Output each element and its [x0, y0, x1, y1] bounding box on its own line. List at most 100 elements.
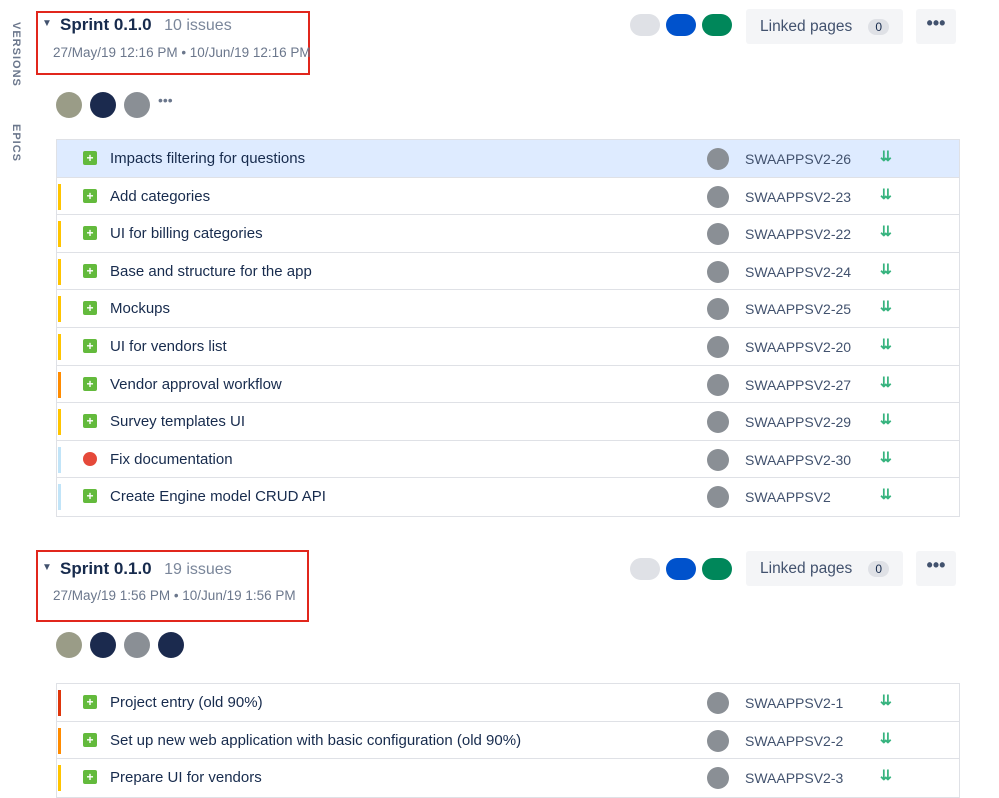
- lowest-icon: ⇊: [880, 260, 892, 277]
- issue-row[interactable]: + UI for vendors list SWAAPPSV2-20 ⇊: [57, 327, 959, 366]
- issue-summary[interactable]: Base and structure for the app: [110, 263, 312, 280]
- avatar[interactable]: [56, 92, 82, 118]
- sprint-header: ▼ Sprint 0.1.0 10 issues 27/May/19 12:16…: [36, 0, 960, 80]
- avatar[interactable]: [707, 692, 729, 714]
- avatar[interactable]: [707, 185, 729, 208]
- linked-pages-count: 0: [868, 18, 889, 35]
- avatar[interactable]: [707, 767, 729, 790]
- avatar[interactable]: [158, 632, 184, 658]
- issue-summary[interactable]: Fix documentation: [110, 451, 233, 468]
- issue-key[interactable]: SWAAPPSV2-22: [745, 226, 851, 242]
- issue-summary[interactable]: Add categories: [110, 188, 210, 205]
- lowest-icon: ⇊: [880, 729, 892, 746]
- issue-row[interactable]: + Mockups SWAAPPSV2-25 ⇊: [57, 290, 959, 328]
- linked-pages-label: Linked pages: [760, 17, 853, 35]
- avatar[interactable]: [124, 92, 150, 118]
- lowest-icon: ⇊: [880, 692, 892, 708]
- epic-color-bar: [58, 409, 61, 436]
- issue-key[interactable]: SWAAPPSV2-24: [745, 264, 851, 280]
- issue-key[interactable]: SWAAPPSV2-3: [745, 770, 843, 786]
- issue-key[interactable]: SWAAPPSV2-26: [745, 151, 851, 167]
- avatar[interactable]: [707, 448, 729, 471]
- story-icon: +: [83, 770, 97, 785]
- bug-icon: [83, 451, 97, 466]
- avatar[interactable]: [124, 632, 150, 658]
- avatar[interactable]: [90, 92, 116, 118]
- linked-pages-label: Linked pages: [760, 559, 853, 577]
- issue-row[interactable]: + UI for billing categories SWAAPPSV2-22 ⇊: [57, 215, 959, 253]
- issue-summary[interactable]: Impacts filtering for questions: [110, 150, 305, 167]
- sprint-container: ▼ Sprint 0.1.0 19 issues 27/May/19 1:56 …: [36, 542, 960, 798]
- issue-summary[interactable]: Create Engine model CRUD API: [110, 488, 326, 505]
- epic-color-bar: [58, 446, 61, 473]
- issue-summary[interactable]: UI for vendors list: [110, 338, 227, 355]
- avatar[interactable]: [707, 148, 729, 170]
- status-counts: [630, 14, 738, 36]
- avatar[interactable]: [56, 632, 82, 658]
- lowest-icon: ⇊: [880, 486, 892, 503]
- avatar[interactable]: [707, 260, 729, 283]
- story-icon: +: [83, 376, 97, 391]
- issue-summary[interactable]: Vendor approval workflow: [110, 376, 282, 393]
- epic-color-bar: [58, 258, 61, 285]
- tab-epics[interactable]: EPICS: [10, 124, 22, 162]
- epic-color-bar: [58, 183, 61, 210]
- epic-color-bar: [58, 727, 61, 754]
- issue-summary[interactable]: Mockups: [110, 300, 170, 317]
- linked-pages-button[interactable]: Linked pages 0: [746, 9, 903, 44]
- issue-summary[interactable]: Project entry (old 90%): [110, 694, 263, 711]
- assignee-avatars: [56, 632, 192, 658]
- story-icon: +: [83, 414, 97, 429]
- avatar[interactable]: [707, 373, 729, 396]
- lowest-icon: ⇊: [880, 767, 892, 784]
- linked-pages-count: 0: [868, 560, 889, 577]
- more-actions-button[interactable]: •••: [916, 551, 956, 586]
- issue-key[interactable]: SWAAPPSV2-30: [745, 452, 851, 468]
- issue-row[interactable]: + Base and structure for the app SWAAPPSV2…: [57, 252, 959, 291]
- issue-key[interactable]: SWAAPPSV2-1: [745, 695, 843, 711]
- avatar[interactable]: [707, 411, 729, 434]
- chevron-down-icon[interactable]: ▼: [42, 18, 52, 29]
- story-icon: +: [83, 226, 97, 241]
- lowest-icon: ⇊: [880, 148, 892, 164]
- epic-color-bar: [58, 221, 61, 248]
- issue-row[interactable]: + Set up new web application with basic c…: [57, 721, 959, 760]
- issue-key[interactable]: SWAAPPSV2-23: [745, 189, 851, 205]
- issue-summary[interactable]: Survey templates UI: [110, 413, 245, 430]
- issue-key[interactable]: SWAAPPSV2-25: [745, 301, 851, 317]
- issue-row[interactable]: + Add categories SWAAPPSV2-23 ⇊: [57, 177, 959, 216]
- status-done-badge: [702, 558, 732, 580]
- issue-row[interactable]: + Impacts filtering for questions SWAAPPSV…: [57, 140, 959, 178]
- issue-row[interactable]: + Create Engine model CRUD API SWAAPPSV2 ⇊: [57, 478, 959, 516]
- issue-row[interactable]: Fix documentation SWAAPPSV2-30 ⇊: [57, 440, 959, 479]
- issue-row[interactable]: + Survey templates UI SWAAPPSV2-29 ⇊: [57, 403, 959, 441]
- issue-key[interactable]: SWAAPPSV2: [745, 489, 831, 505]
- lowest-icon: ⇊: [880, 185, 892, 202]
- avatar[interactable]: [707, 729, 729, 752]
- linked-pages-button[interactable]: Linked pages 0: [746, 551, 903, 586]
- tab-versions[interactable]: VERSIONS: [10, 22, 22, 87]
- avatar[interactable]: [90, 632, 116, 658]
- sprint-name: Sprint 0.1.0: [60, 15, 152, 34]
- issue-row[interactable]: + Project entry (old 90%) SWAAPPSV2-1 ⇊: [57, 684, 959, 722]
- issue-key[interactable]: SWAAPPSV2-29: [745, 414, 851, 430]
- issue-key[interactable]: SWAAPPSV2-2: [745, 733, 843, 749]
- chevron-down-icon[interactable]: ▼: [42, 562, 52, 573]
- status-inprogress-badge: [666, 14, 696, 36]
- avatar[interactable]: [707, 486, 729, 509]
- lowest-icon: ⇊: [880, 335, 892, 352]
- avatar[interactable]: [707, 298, 729, 321]
- issue-summary[interactable]: Set up new web application with basic co…: [110, 732, 521, 749]
- more-actions-button[interactable]: •••: [916, 9, 956, 44]
- avatar[interactable]: [707, 223, 729, 246]
- sprint-dates: 27/May/19 1:56 PM • 10/Jun/19 1:56 PM: [53, 588, 296, 603]
- issue-row[interactable]: + Vendor approval workflow SWAAPPSV2-27 ⇊: [57, 365, 959, 404]
- more-assignees-icon[interactable]: •••: [158, 92, 173, 108]
- issue-summary[interactable]: UI for billing categories: [110, 225, 263, 242]
- story-icon: +: [83, 263, 97, 278]
- avatar[interactable]: [707, 335, 729, 358]
- issue-key[interactable]: SWAAPPSV2-20: [745, 339, 851, 355]
- story-icon: +: [83, 732, 97, 747]
- assignee-avatars: •••: [56, 92, 173, 118]
- issue-key[interactable]: SWAAPPSV2-27: [745, 377, 851, 393]
